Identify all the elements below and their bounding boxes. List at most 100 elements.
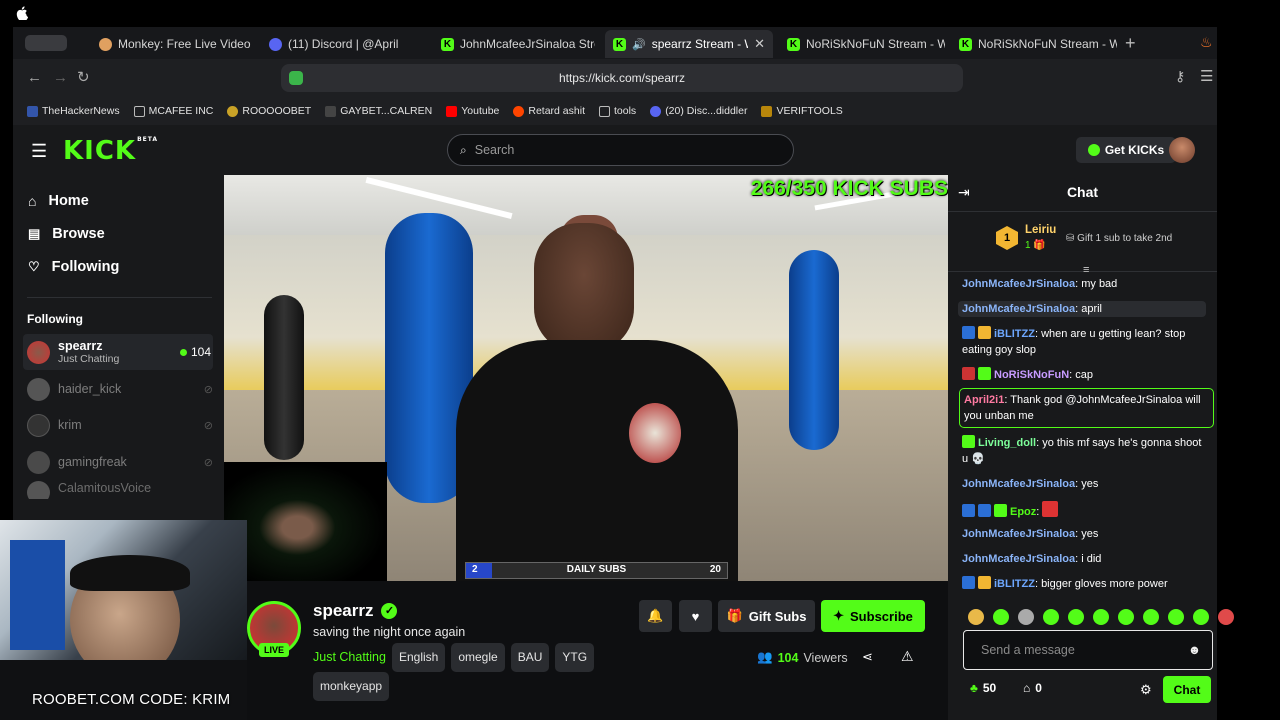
subscribe-button[interactable]: ✦ Subscribe — [821, 600, 925, 632]
badge-icon — [978, 576, 991, 589]
sidebar-item-following[interactable]: ♡ Following — [28, 259, 119, 275]
forward-arrow-icon[interactable]: → — [53, 69, 68, 86]
following-item[interactable]: CalamitousVoice — [23, 481, 213, 499]
daily-subs-goal: 20 — [709, 564, 721, 575]
notification-bell-button[interactable]: 🔔 — [639, 600, 672, 632]
browse-icon: ▤ — [28, 226, 41, 241]
gift-subs-button[interactable]: 🎁 Gift Subs — [718, 600, 815, 632]
kicks-balance[interactable]: ♣ 50 — [970, 681, 996, 695]
chat-settings-gear-icon[interactable]: ⚙ — [1140, 682, 1152, 698]
url-text: https://kick.com/spearrz — [558, 71, 686, 85]
streamer-name[interactable]: spearrz — [313, 601, 373, 621]
chat-message: iBLITZZ: when are u getting lean? stop e… — [962, 326, 1186, 356]
bookmark-item[interactable]: Youtube — [446, 105, 499, 117]
emote-icon[interactable] — [1218, 609, 1234, 625]
follow-heart-button[interactable]: ♥ — [679, 600, 712, 632]
following-item[interactable]: haider_kick ⊘ — [23, 372, 213, 406]
window-controls[interactable] — [25, 35, 67, 51]
following-item-spearrz[interactable]: spearrz Just Chatting 104 — [23, 334, 213, 370]
bookmark-item[interactable]: ROOOOOBET — [227, 105, 311, 117]
tab-discord[interactable]: (11) Discord | @April — [261, 30, 421, 58]
pip-webcam — [224, 462, 387, 581]
chat-message: iBLITZZ: bigger gloves more power — [962, 576, 1210, 592]
report-icon[interactable]: ⚠ — [901, 648, 914, 665]
chat-title: Chat — [1066, 184, 1099, 200]
video-player[interactable]: 266/350 KICK SUBS 2 DAILY SUBS 20 — [224, 175, 948, 581]
close-tab-icon[interactable]: ✕ — [754, 36, 765, 52]
search-input[interactable]: ⌕ Search — [447, 134, 794, 166]
category-link[interactable]: Just Chatting — [313, 650, 386, 664]
emote-icon[interactable] — [1118, 609, 1134, 625]
emote-icon[interactable] — [1143, 609, 1159, 625]
kick-logo[interactable]: KICKBETA — [63, 136, 158, 166]
tag[interactable]: monkeyapp — [313, 672, 390, 701]
emote-icon[interactable] — [1018, 609, 1034, 625]
sidebar-item-home[interactable]: ⌂ Home — [28, 193, 89, 209]
top-gifter-name[interactable]: Leiriu — [1025, 224, 1056, 236]
punching-bag — [789, 250, 839, 450]
emote-icon[interactable] — [1068, 609, 1084, 625]
emote-icon[interactable] — [1043, 609, 1059, 625]
user-avatar[interactable] — [1169, 137, 1195, 163]
tab-johnmcafee[interactable]: K JohnMcafeeJrSinaloa Strea — [433, 30, 595, 58]
chat-message-input[interactable]: Send a message ☻ — [963, 630, 1213, 670]
key-icon[interactable]: ⚷ — [1175, 68, 1185, 85]
viewer-count: 104 — [179, 345, 211, 359]
apple-icon[interactable] — [16, 6, 28, 20]
tab-monkey[interactable]: Monkey: Free Live Video C — [91, 30, 251, 58]
send-chat-button[interactable]: Chat — [1163, 676, 1211, 703]
bookmark-item[interactable]: (20) Disc...diddler — [650, 105, 747, 117]
kick-favicon-icon: K — [441, 37, 454, 51]
menu-icon[interactable]: ☰ — [1200, 67, 1213, 85]
tag[interactable]: English — [391, 643, 446, 672]
hamburger-menu-icon[interactable]: ☰ — [31, 141, 47, 162]
back-arrow-icon[interactable]: ← — [27, 69, 42, 86]
bookmark-item[interactable]: TheHackerNews — [27, 105, 120, 117]
tag[interactable]: omegle — [451, 643, 505, 672]
chat-message: JohnMcafeeJrSinaloa: yes — [962, 528, 1099, 540]
flame-icon[interactable]: ♨ — [1200, 34, 1213, 51]
reload-icon[interactable]: ↻ — [77, 68, 90, 86]
users-icon: 👥 — [757, 650, 773, 664]
get-kicks-button[interactable]: Get KICKs — [1076, 137, 1176, 163]
avatar — [27, 377, 50, 401]
speaker-icon[interactable]: 🔊 — [632, 38, 646, 51]
new-tab-plus-icon[interactable]: + — [1125, 33, 1136, 54]
heart-icon: ♡ — [28, 259, 40, 274]
tab-spearrz[interactable]: K 🔊 spearrz Stream - Wa ✕ — [605, 30, 773, 58]
sidebar-footer — [0, 660, 247, 720]
tab-norisknofun-2[interactable]: K NoRiSkNoFuN Stream - Wa — [951, 30, 1117, 58]
bookmark-item[interactable]: MCAFEE INC — [133, 105, 213, 117]
filter-icon[interactable]: ≡ — [1083, 264, 1089, 276]
gift-cta[interactable]: ⛁ Gift 1 sub to take 2nd — [1066, 233, 1172, 244]
tag[interactable]: YTG — [555, 643, 595, 672]
emote-icon[interactable] — [1093, 609, 1109, 625]
bookmark-item[interactable]: Retard ashit — [513, 105, 585, 117]
viewer-stats: 👥 104 Viewers — [757, 650, 848, 665]
bookmark-item[interactable]: tools — [599, 105, 636, 117]
bookmark-item[interactable]: VERIFTOOLS — [761, 105, 843, 117]
punching-bag — [264, 295, 304, 460]
emote-icon[interactable] — [1193, 609, 1209, 625]
promo-code-overlay: ROOBET.COM CODE: KRIM — [32, 691, 231, 708]
bookmark-item[interactable]: GAYBET...CALREN — [325, 105, 432, 117]
shield-icon[interactable] — [289, 71, 303, 85]
address-bar[interactable]: https://kick.com/spearrz — [281, 64, 963, 92]
following-item[interactable]: krim ⊘ — [23, 408, 213, 442]
emoji-picker-icon[interactable]: ☻ — [1188, 643, 1201, 657]
following-item[interactable]: gamingfreak ⊘ — [23, 445, 213, 479]
tab-norisknofun-1[interactable]: K NoRiSkNoFuN Stream - Wa — [779, 30, 945, 58]
star-icon: ✦ — [833, 608, 845, 623]
emote-icon[interactable] — [1168, 609, 1184, 625]
sidebar-item-browse[interactable]: ▤ Browse — [28, 226, 105, 242]
tab-title: Monkey: Free Live Video C — [118, 37, 251, 51]
store-balance[interactable]: ⌂ 0 — [1023, 681, 1042, 695]
share-icon[interactable]: ⋖ — [862, 649, 873, 665]
discord-icon — [650, 105, 662, 117]
emote-icon[interactable] — [993, 609, 1009, 625]
folder-icon — [133, 105, 145, 117]
emote-icon[interactable] — [968, 609, 984, 625]
bookmark-icon — [325, 105, 337, 117]
tag[interactable]: BAU — [510, 643, 550, 672]
bell-icon: 🔔 — [647, 608, 664, 623]
